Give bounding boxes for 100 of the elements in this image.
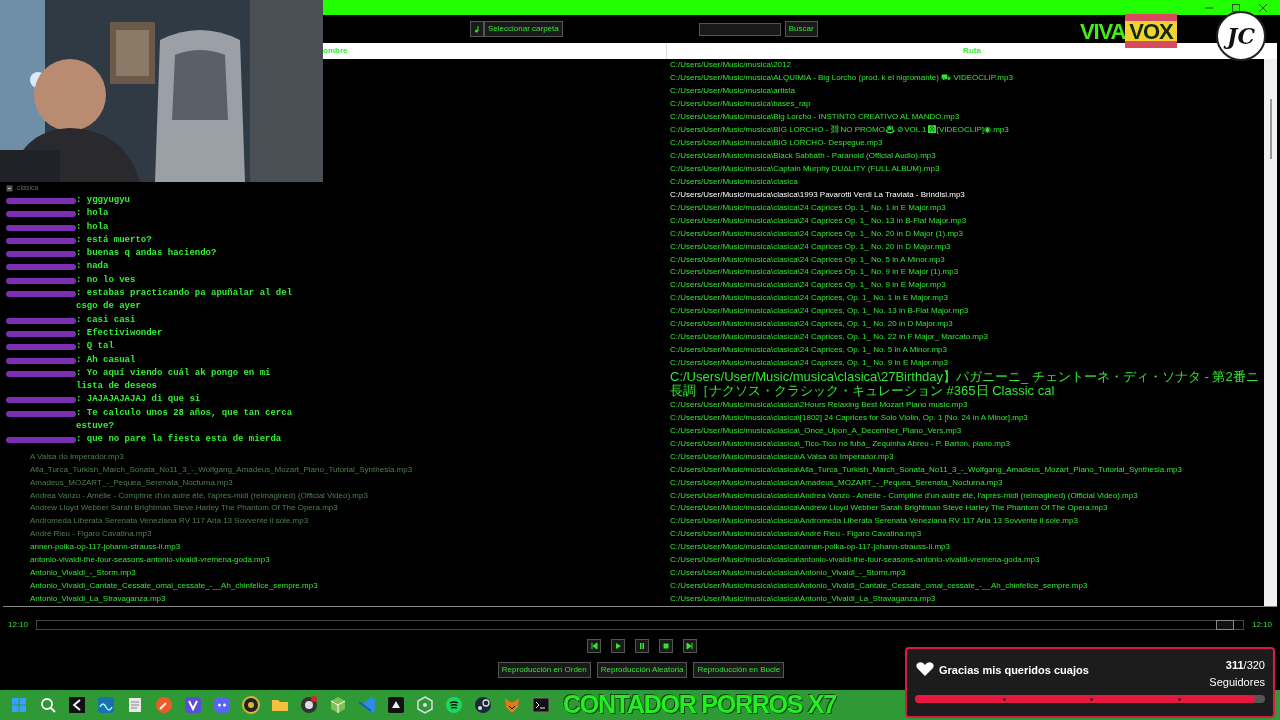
file-path[interactable]: C:/Users/User/Music/musica\clasica\Andrea Vanzo - Amélie - Comptine d'un autre été, l'après-midi (reimagined) (Official Video).mp3 <box>667 489 1138 502</box>
file-name[interactable]: André Rieu - Figaro Cavatina.mp3 <box>30 528 152 541</box>
file-name[interactable]: Andromeda Liberata Serenata Veneziana RV 117 Aria 13 Sovvente il sole.mp3 <box>30 515 309 528</box>
file-path[interactable]: C:/Users/User/Music/musica\clasica\Andrew Lloyd Webber Sarah Brightman Steve Harley The Phantom Of The Opera.mp3 <box>667 502 1108 515</box>
file-path[interactable]: C:/Users/User/Music/musica\clasica\24 Caprices, Op. 1_ No. 13 in B-Flat Major.mp3 <box>667 305 969 318</box>
file-path[interactable]: C:/Users/User/Music/musica\clasica <box>667 175 798 188</box>
file-path[interactable]: C:/Users/User/Music/musica\clasica\A Valsa do Imperador.mp3 <box>667 450 894 463</box>
next-button[interactable] <box>682 639 697 653</box>
file-path[interactable]: C:/Users/User/Music/musica\Black Sabbath - Paranoid (Official Audio).mp3 <box>667 150 936 163</box>
username-blur <box>6 344 76 351</box>
seek-thumb[interactable] <box>1215 620 1234 630</box>
file-path[interactable]: C:/Users/User/Music/musica\clasica\24 Caprices Op. 1_ No. 13 in B-Flat Major.mp3 <box>667 214 967 227</box>
file-path[interactable]: C:/Users/User/Music/musica\clasica\24 Caprices Op. 1_ No. 20 in D Major (1).mp3 <box>667 227 963 240</box>
file-path[interactable]: C:/Users/User/Music/musica\clasica\_Once_Upon_A_December_Piano_Vers.mp3 <box>667 424 962 437</box>
file-path[interactable]: C:/Users/User/Music/musica\bases_rap <box>667 98 811 111</box>
playback-mode-button[interactable]: Reproducción en Bucle <box>693 662 785 678</box>
stop-button[interactable] <box>658 639 673 653</box>
username-blur <box>6 264 76 271</box>
file-path[interactable]: C:/Users/User/Music/musica\clasica\[1802] 24 Caprices for Solo Violin, Op. 1 [No. 24 in A Minor].mp3 <box>667 411 1028 424</box>
file-name[interactable]: Antonio_Vivaldi_La_Stravaganza.mp3 <box>30 593 166 606</box>
file-path[interactable]: C:/Users/User/Music/musica\clasica\24 Caprices Op. 1_ No. 5 in A Minor.mp3 <box>667 253 945 266</box>
chat-message: : nada <box>76 260 110 274</box>
box-icon[interactable] <box>386 695 406 715</box>
file-name[interactable]: Andrew Lloyd Webber Sarah Brightman Steve Harley The Phantom Of The Opera.mp3 <box>30 502 338 515</box>
close-icon[interactable] <box>1258 2 1268 13</box>
file-path[interactable]: C:/Users/User/Music/musica\BIG LORCHO- Despegue.mp3 <box>667 137 883 150</box>
username-blur <box>6 370 76 377</box>
logo-text: VIVA <box>1080 17 1126 46</box>
search-icon[interactable] <box>38 695 58 715</box>
chat-message: : hola <box>76 220 110 234</box>
chat-message: : no lo ves <box>76 273 137 287</box>
play-button[interactable] <box>610 639 625 653</box>
file-name[interactable]: Andrea Vanzo - Amélie - Comptine d'un autre été, l'après-midi (reimagined) (Official Video).mp3 <box>30 489 368 502</box>
elapsed-time: 12:10 <box>8 619 29 631</box>
file-path[interactable]: C:/Users/User/Music/musica\artista <box>667 85 795 98</box>
hexagon-icon[interactable] <box>415 695 435 715</box>
file-path[interactable]: C:/Users/User/Music/musica\clasica\24 Caprices, Op. 1_ No. 20 in D Major.mp3 <box>667 318 953 331</box>
file-name[interactable]: Alla_Turca_Turkish_March_Sonata_No11_3_-_Wolfgang_Amadeus_Mozart_Piano_Tutorial_Synthesia.mp3 <box>30 463 413 476</box>
chat-message: : casi casi <box>76 313 137 327</box>
search-button[interactable]: Buscar <box>784 21 818 37</box>
file-path[interactable]: C:/Users/User/Music/musica\clasica\24 Caprices Op. 1_ No. 9 in E Major (1).mp3 <box>667 266 959 279</box>
playback-mode-button[interactable]: Reproducción Aleatoria <box>596 662 688 678</box>
username-blur <box>6 251 76 258</box>
file-path[interactable]: C:/Users/User/Music/musica\clasica\Alla_Turca_Turkish_March_Sonata_No11_3_-_Wolfgang_Amadeus_Mozart_Piano_Tutorial_Synthesia.mp3 <box>667 463 1182 476</box>
sound-waves-icon[interactable] <box>444 695 464 715</box>
chevron-down-icon[interactable] <box>183 695 203 715</box>
collapse-icon[interactable] <box>6 184 13 192</box>
select-folder-button[interactable]: Seleccionar carpeta <box>484 21 563 37</box>
file-path[interactable]: C:/Users/User/Music/musica\clasica\Amadeus_MOZART_-_Pequea_Serenata_Nocturna.mp3 <box>667 476 1003 489</box>
cube-icon[interactable] <box>328 695 348 715</box>
file-name[interactable]: annen-polka-op-117-johann-strauss-ii.mp3 <box>30 541 181 554</box>
file-path[interactable]: C:/Users/User/Music/musica\clasica\_Tico-Tico no fubá_ Zequinha Abreu - P. Barton, piano.mp3 <box>667 437 1010 450</box>
chat-message: : Te calculo unos 28 años, que tan cerca estuve? <box>76 406 294 434</box>
ring-icon[interactable] <box>241 695 261 715</box>
terminal-icon[interactable] <box>531 695 551 715</box>
username-blur <box>6 330 76 337</box>
file-path[interactable]: C:/Users/User/Music/musica\clasica\24 Caprices Op. 1_ No. 9 in E Major.mp3 <box>667 279 946 292</box>
file-path[interactable]: C:/Users/User/Music/musica\clasica\24 Caprices, Op. 1_ No. 22 in F Major_ Marcato.mp3 <box>667 331 988 344</box>
file-path[interactable]: C:/Users/User/Music/musica\BIG LORCHO - ⛓NO PROMO♨ ⊘VOL.1☸[VIDEOCLIP]◉.mp3 <box>667 124 1009 137</box>
file-path[interactable]: C:/Users/User/Music/musica\clasica\24 Caprices, Op. 1_ No. 1 in E Major.mp3 <box>667 292 948 305</box>
chevron-icon[interactable] <box>67 695 87 715</box>
file-path[interactable]: C:/Users/User/Music/musica\clasica\24 Caprices, Op. 1_ No. 9 in E Major.mp3 <box>667 357 948 370</box>
gamepad-icon[interactable] <box>212 695 232 715</box>
file-name[interactable]: Antonio_Vivaldi_Cantate_Cessate_omai_cessate_-__Ah_chinfelice_sempre.mp3 <box>30 580 318 593</box>
pause-button[interactable] <box>634 639 649 653</box>
file-path[interactable]: C:/Users/User/Music/musica\clasica\Antonio_Vivaldi_La_Stravaganza.mp3 <box>667 593 936 606</box>
file-path[interactable]: C:/Users/User/Music/musica\2012 <box>667 59 791 72</box>
file-path[interactable]: C:/Users/User/Music/musica\clasica\Antonio_Vivaldi_-_Storm.mp3 <box>667 567 906 580</box>
maximize-icon[interactable] <box>1231 2 1241 13</box>
file-path[interactable]: C:/Users/User/Music/musica\ALQUIMIA - Big Lorcho (prod. k el nigromante) ⛟ VIDEOCLIP.mp3 <box>667 72 1013 85</box>
username-blur <box>6 224 76 231</box>
file-path[interactable]: C:/Users/User/Music/musica\clasica\1993 Pavarotti Verdi La Traviata - Brindisi.mp3 <box>667 188 965 201</box>
file-path[interactable]: C:/Users/User/Music/musica\Captain Murphy DUΔLITY (FULL ALBUM).mp3 <box>667 162 940 175</box>
file-name[interactable]: Antonio_Vivaldi_-_Storm.mp3 <box>30 567 136 580</box>
file-name[interactable]: A Valsa do Imperador.mp3 <box>30 450 124 463</box>
search-field[interactable] <box>698 22 781 36</box>
previous-button[interactable] <box>586 639 601 653</box>
file-path[interactable]: C:/Users/User/Music/musica\clasica\André Rieu - Figaro Cavatina.mp3 <box>667 528 922 541</box>
knob-icon[interactable] <box>473 695 493 715</box>
playback-mode-button[interactable]: Reproducción en Orden <box>497 662 591 678</box>
wave-icon[interactable] <box>96 695 116 715</box>
chat-message: : JAJAJAJAJAJ di que si <box>76 393 202 407</box>
file-path[interactable]: C:/Users/User/Music/musica\clasica\Andromeda Liberata Serenata Veneziana RV 117 Aria 13 Sovvente il sole.mp3 <box>667 515 1078 528</box>
file-path[interactable]: C:/Users/User/Music/musica\clasica\annen-polka-op-117-johann-strauss-ii.mp3 <box>667 541 950 554</box>
file-path[interactable]: C:/Users/User/Music/musica\clasica\24 Caprices, Op. 1_ No. 5 in A Minor.mp3 <box>667 344 947 357</box>
chat-message: : hola <box>76 207 110 221</box>
file-path[interactable]: C:/Users/User/Music/musica\clasica\24 Caprices Op. 1_ No. 20 in D Major.mp3 <box>667 240 951 253</box>
file-path[interactable]: C:/Users/User/Music/musica\Big Lorcho - INSTINTO CREATIVO AL MANDO.mp3 <box>667 111 960 124</box>
logo-text: VOX <box>1125 14 1177 48</box>
folder-button-icon-box[interactable] <box>470 21 484 37</box>
record-icon[interactable] <box>299 695 319 715</box>
file-name[interactable]: Amadeus_MOZART_-_Pequea_Serenata_Nocturna.mp3 <box>30 476 233 489</box>
file-path[interactable]: C:/Users/User/Music/musica\clasica\Antonio_Vivaldi_Cantate_Cessate_omai_cessate_-__Ah_chinfelice_sempre.mp3 <box>667 580 1088 593</box>
scrollbar-thumb[interactable] <box>1269 99 1272 159</box>
file-path[interactable]: C:/Users/User/Music/musica\clasica\antonio-vivaldi-the-four-seasons-antonio-vivaldi-vremena-goda.mp3 <box>667 554 1040 567</box>
scrollbar[interactable] <box>1264 59 1277 606</box>
file-path[interactable]: C:/Users/User/Music/musica\clasica\27Birthday】パガニーニ_ チェントーネ・ディ・ソナタ - 第2番ニ長調［ナクソス・クラシック・キュレーション #365日 Classic cal <box>667 370 1264 398</box>
file-path[interactable]: C:/Users/User/Music/musica\clasica\24 Caprices Op. 1_ No. 1 in E Major.mp3 <box>667 201 946 214</box>
file-path[interactable]: C:/Users/User/Music/musica\clasica\2Hours Relaxing Best Mozart Piano music.mp3 <box>667 398 968 411</box>
file-name[interactable]: antonio-vivaldi-the-four-seasons-antonio-vivaldi-vremena-goda.mp3 <box>30 554 270 567</box>
